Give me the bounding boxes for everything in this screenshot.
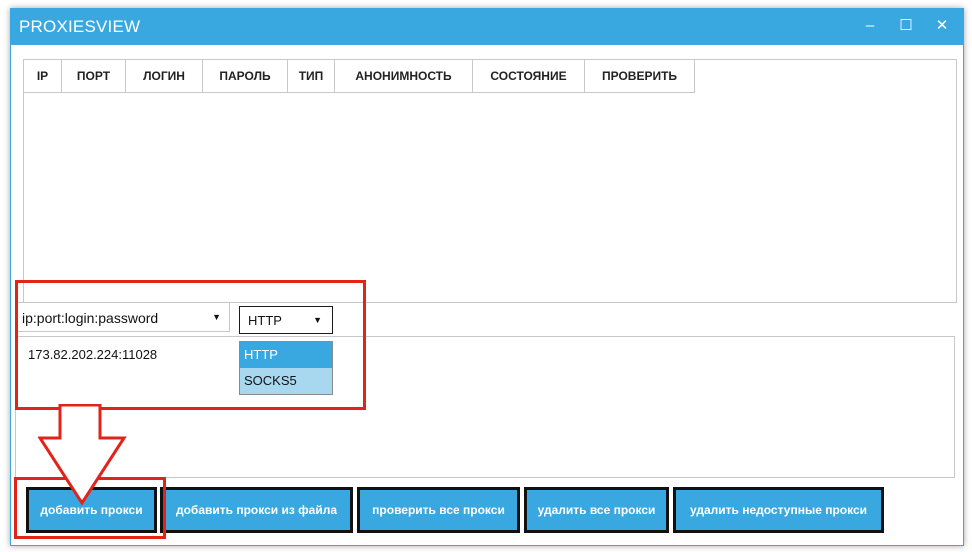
add-proxy-from-file-button[interactable]: добавить прокси из файла: [160, 487, 353, 533]
column-login[interactable]: ЛОГИН: [126, 60, 203, 93]
format-select-value: ip:port:login:password: [22, 310, 159, 326]
column-port[interactable]: ПОРТ: [62, 60, 126, 93]
option-socks5[interactable]: SOCKS5: [240, 368, 332, 394]
title-bar[interactable]: PROXIESVIEW – ☐ ✕: [11, 9, 963, 45]
close-icon[interactable]: ✕: [931, 15, 953, 37]
option-http[interactable]: HTTP: [240, 342, 332, 368]
proxy-type-value: HTTP: [248, 313, 282, 328]
chevron-down-icon: ▼: [313, 315, 322, 325]
proxy-input-value: 173.82.202.224:11028: [28, 347, 158, 362]
window-title: PROXIESVIEW: [19, 17, 141, 36]
column-anonymity[interactable]: АНОНИМНОСТЬ: [335, 60, 473, 93]
column-check[interactable]: ПРОВЕРИТЬ: [585, 60, 695, 93]
column-status[interactable]: СОСТОЯНИЕ: [473, 60, 585, 93]
column-password[interactable]: ПАРОЛЬ: [203, 60, 288, 93]
column-ip[interactable]: IP: [24, 60, 62, 93]
delete-unavailable-proxies-button[interactable]: удалить недоступные прокси: [673, 487, 884, 533]
table-header: IP ПОРТ ЛОГИН ПАРОЛЬ ТИП АНОНИМНОСТЬ СОС…: [24, 60, 695, 93]
proxy-type-select[interactable]: HTTP ▼: [239, 306, 333, 334]
column-type[interactable]: ТИП: [288, 60, 335, 93]
proxy-input[interactable]: 173.82.202.224:11028: [15, 336, 955, 478]
check-all-proxies-button[interactable]: проверить все прокси: [357, 487, 520, 533]
minimize-icon[interactable]: –: [859, 15, 881, 37]
maximize-icon[interactable]: ☐: [895, 15, 917, 37]
proxy-table[interactable]: IP ПОРТ ЛОГИН ПАРОЛЬ ТИП АНОНИМНОСТЬ СОС…: [23, 59, 957, 303]
format-select[interactable]: ip:port:login:password ▼: [15, 302, 230, 332]
delete-all-proxies-button[interactable]: удалить все прокси: [524, 487, 669, 533]
arrow-down-icon: [38, 404, 127, 506]
proxy-type-dropdown: HTTP SOCKS5: [239, 341, 333, 395]
chevron-down-icon: ▼: [212, 312, 221, 322]
